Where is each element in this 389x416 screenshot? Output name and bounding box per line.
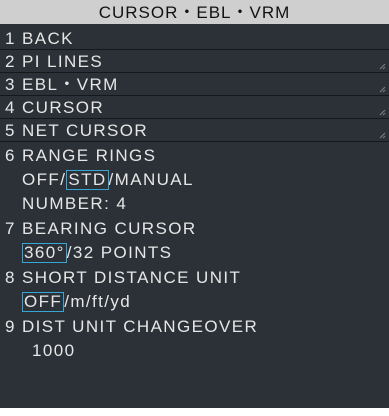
menu-item-label: SHORT DISTANCE UNIT bbox=[22, 268, 242, 287]
dist-unit-changeover-value: 1000 bbox=[32, 341, 76, 360]
option-32-points[interactable]: 32 POINTS bbox=[73, 243, 173, 262]
menu-item-number: 5 bbox=[5, 121, 16, 140]
submenu-indicator-icon bbox=[379, 63, 386, 70]
menu-item-label: CURSOR bbox=[22, 98, 105, 117]
option-manual[interactable]: MANUAL bbox=[115, 170, 194, 189]
option-ft[interactable]: ft bbox=[92, 292, 104, 311]
menu-item-short-distance-unit[interactable]: 8 SHORT DISTANCE UNIT bbox=[0, 267, 389, 289]
submenu-indicator-icon bbox=[379, 109, 386, 116]
dist-unit-changeover-value-row[interactable]: 1000 bbox=[0, 340, 389, 362]
option-360-selected[interactable]: 360° bbox=[22, 243, 67, 263]
menu-item-label: BACK bbox=[22, 29, 74, 48]
range-rings-option-group: OFF/STD/MANUAL bbox=[22, 169, 194, 191]
menu-item-number: 8 bbox=[5, 268, 16, 287]
short-distance-unit-options: OFF/m/ft/yd bbox=[0, 291, 389, 313]
menu-item-dist-unit-changeover[interactable]: 9 DIST UNIT CHANGEOVER bbox=[0, 316, 389, 338]
menu-item-label: BEARING CURSOR bbox=[22, 219, 197, 238]
option-m[interactable]: m bbox=[70, 292, 86, 311]
option-off[interactable]: OFF bbox=[22, 170, 60, 189]
submenu-indicator-icon bbox=[379, 132, 386, 139]
menu-item-cursor[interactable]: 4 CURSOR bbox=[0, 97, 389, 119]
menu-item-pi-lines[interactable]: 2 PI LINES bbox=[0, 51, 389, 73]
menu-item-bearing-cursor[interactable]: 7 BEARING CURSOR bbox=[0, 218, 389, 240]
menu-item-number: 9 bbox=[5, 317, 16, 336]
menu-item-label: DIST UNIT CHANGEOVER bbox=[22, 317, 259, 336]
range-rings-number-value: NUMBER: 4 bbox=[22, 194, 128, 213]
range-rings-number[interactable]: NUMBER: 4 bbox=[0, 193, 389, 215]
menu-item-number: 2 bbox=[5, 52, 16, 71]
option-std-selected[interactable]: STD bbox=[66, 170, 109, 190]
menu-item-label: PI LINES bbox=[22, 52, 104, 71]
cursor-ebl-vrm-menu: CURSOR・EBL・VRM 1 BACK 2 PI LINES 3 EBL・V… bbox=[0, 0, 389, 408]
menu-item-label: EBL・VRM bbox=[22, 75, 119, 94]
menu-item-range-rings[interactable]: 6 RANGE RINGS bbox=[0, 145, 389, 167]
menu-item-label: RANGE RINGS bbox=[22, 146, 157, 165]
bearing-cursor-options: 360°/32 POINTS bbox=[0, 242, 389, 264]
menu-item-number: 3 bbox=[5, 75, 16, 94]
menu-item-number: 1 bbox=[5, 29, 16, 48]
menu-item-net-cursor[interactable]: 5 NET CURSOR bbox=[0, 120, 389, 142]
short-distance-unit-option-group: OFF/m/ft/yd bbox=[22, 291, 131, 313]
option-off-selected[interactable]: OFF bbox=[22, 292, 65, 312]
menu-item-back[interactable]: 1 BACK bbox=[0, 28, 389, 50]
bearing-cursor-option-group: 360°/32 POINTS bbox=[22, 242, 172, 264]
menu-item-ebl-vrm[interactable]: 3 EBL・VRM bbox=[0, 74, 389, 96]
submenu-indicator-icon bbox=[379, 86, 386, 93]
menu-item-number: 6 bbox=[5, 146, 16, 165]
menu-item-label: NET CURSOR bbox=[22, 121, 149, 140]
bottom-margin bbox=[0, 408, 389, 416]
option-yd[interactable]: yd bbox=[110, 292, 131, 311]
menu-item-number: 7 bbox=[5, 219, 16, 238]
range-rings-options: OFF/STD/MANUAL bbox=[0, 169, 389, 191]
menu-title: CURSOR・EBL・VRM bbox=[0, 0, 389, 24]
menu-item-number: 4 bbox=[5, 98, 16, 117]
